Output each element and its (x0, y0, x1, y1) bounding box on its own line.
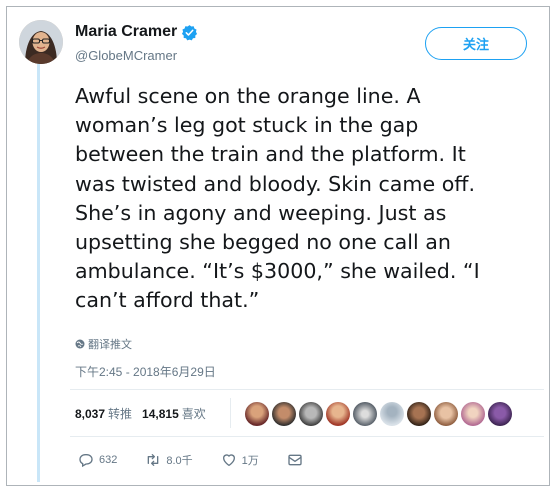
reply-count: 632 (99, 454, 118, 466)
verified-badge-icon (182, 24, 198, 40)
liker-avatar[interactable] (326, 402, 350, 426)
tweet-timestamp[interactable]: 下午2:45 - 2018年6月29日 (75, 363, 216, 380)
liker-avatar[interactable] (434, 402, 458, 426)
heart-icon (222, 454, 235, 466)
like-button[interactable]: 1万 (221, 452, 259, 468)
translate-tweet-link[interactable]: 翻译推文 (75, 336, 132, 352)
tweet-stats: 8,037 转推 14,815 喜欢 (75, 405, 216, 422)
likes-label[interactable]: 喜欢 (182, 405, 206, 422)
like-count: 1万 (241, 455, 259, 467)
reply-button[interactable]: 632 (78, 452, 117, 468)
divider (70, 389, 544, 390)
divider (70, 436, 544, 437)
liker-avatar[interactable] (299, 402, 323, 426)
envelope-icon (288, 454, 302, 466)
liker-avatar[interactable] (488, 402, 512, 426)
liker-avatar[interactable] (461, 402, 485, 426)
globe-icon (75, 339, 85, 349)
tweet-actions: 632 8.0千 1万 (78, 452, 331, 468)
retweet-button[interactable]: 8.0千 (145, 452, 193, 468)
follow-button[interactable]: 关注 (425, 27, 527, 60)
liker-avatar[interactable] (272, 402, 296, 426)
retweets-count[interactable]: 8,037 (75, 407, 105, 421)
liker-avatar[interactable] (380, 402, 404, 426)
avatar[interactable] (19, 20, 63, 64)
tweet-text: Awful scene on the orange line. A woman’… (75, 84, 480, 313)
liker-avatars (245, 402, 512, 426)
user-name-row[interactable]: Maria Cramer (75, 23, 198, 41)
thread-line (37, 64, 40, 482)
translate-label[interactable]: 翻译推文 (88, 336, 132, 352)
message-button[interactable] (287, 452, 303, 468)
reply-icon (79, 454, 93, 468)
retweet-count: 8.0千 (166, 455, 193, 467)
likes-count[interactable]: 14,815 (142, 407, 179, 421)
liker-avatar[interactable] (353, 402, 377, 426)
user-name[interactable]: Maria Cramer (75, 23, 177, 41)
avatar-image (19, 20, 63, 64)
user-handle[interactable]: @GlobeMCramer (75, 48, 177, 63)
liker-avatar[interactable] (407, 402, 431, 426)
stats-separator (230, 398, 231, 428)
retweet-icon (148, 454, 159, 466)
liker-avatar[interactable] (245, 402, 269, 426)
retweets-label[interactable]: 转推 (108, 405, 132, 422)
